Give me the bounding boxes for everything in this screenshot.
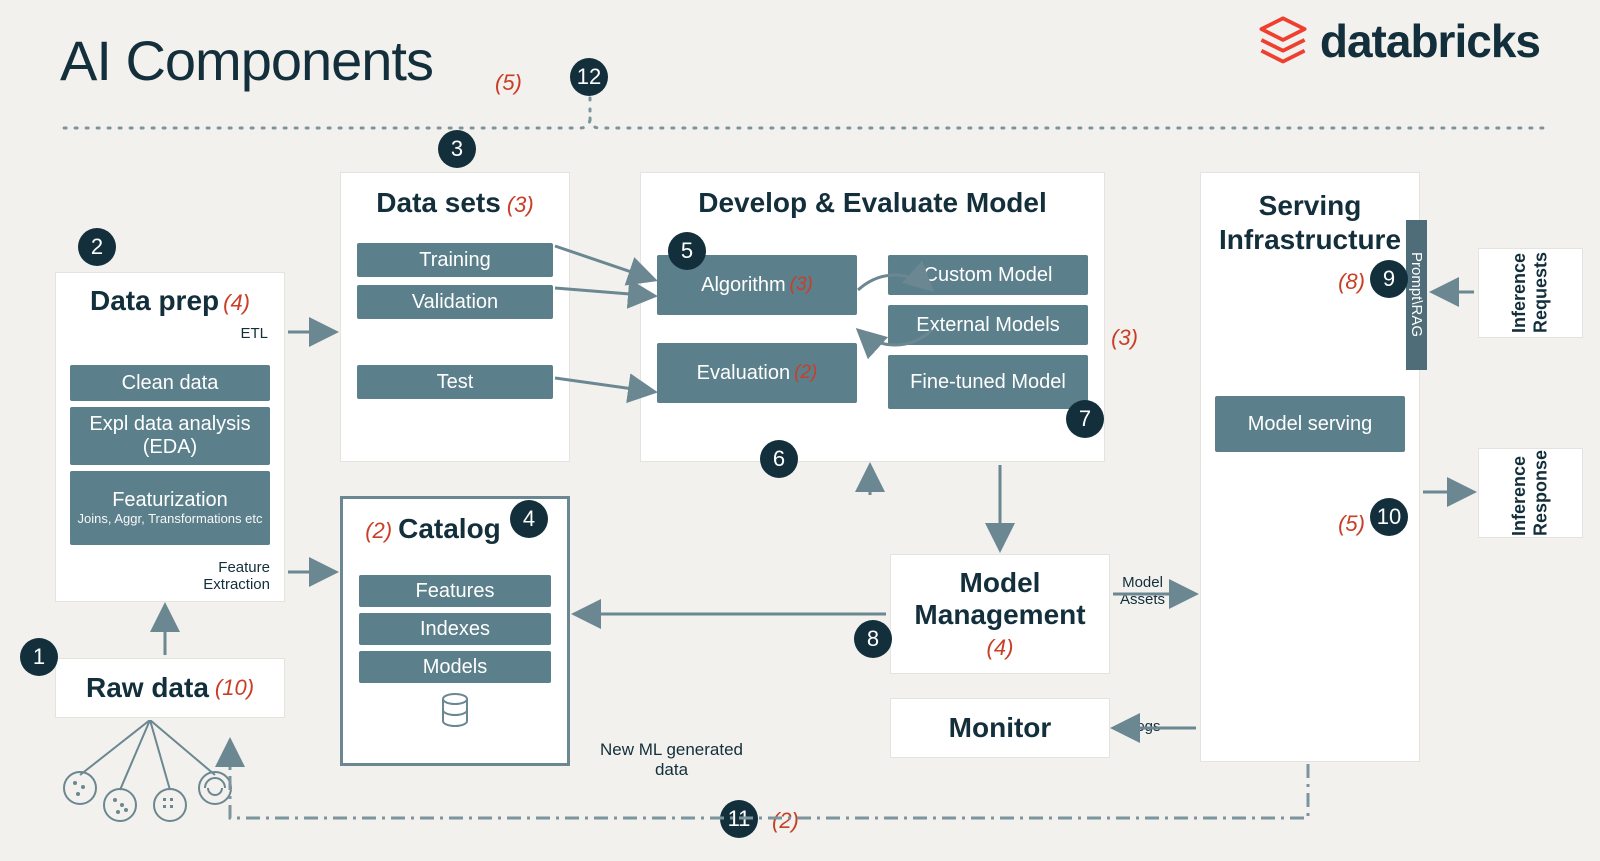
inference-requests-label: InferenceRequests bbox=[1509, 252, 1552, 333]
logs-label: Logs bbox=[1128, 718, 1161, 735]
data-sets-card: Data sets (3) Training Validation Test bbox=[340, 172, 570, 462]
badge-6: 6 bbox=[760, 440, 798, 478]
chip-eda: Expl data analysis (EDA) bbox=[70, 407, 270, 465]
databricks-logo: databricks bbox=[1256, 14, 1540, 68]
serving-red-bot: (5) bbox=[1338, 511, 1365, 537]
chip-indexes: Indexes bbox=[359, 613, 551, 645]
new-ml-label: New ML generateddata bbox=[600, 740, 743, 781]
top-red-annotation: (5) bbox=[495, 70, 522, 96]
badge-4: 4 bbox=[510, 500, 548, 538]
chip-models: Models bbox=[359, 651, 551, 683]
chip-evaluation-label: Evaluation bbox=[697, 362, 790, 385]
catalog-title: Catalog bbox=[398, 513, 501, 545]
chip-custom-model: Custom Model bbox=[888, 255, 1088, 295]
badge-12: 12 bbox=[570, 58, 608, 96]
chip-external-models: External Models bbox=[888, 305, 1088, 345]
catalog-red: (2) bbox=[365, 518, 392, 544]
badge-9: 9 bbox=[1370, 260, 1408, 298]
raw-data-sources-icon bbox=[50, 720, 250, 840]
data-sets-title: Data sets bbox=[376, 187, 501, 219]
chip-featurization: Featurization Joins, Aggr, Transformatio… bbox=[70, 471, 270, 545]
database-icon bbox=[440, 693, 470, 727]
chip-evaluation: Evaluation (2) bbox=[657, 343, 857, 403]
chip-training: Training bbox=[357, 243, 553, 277]
chip-model-serving: Model serving bbox=[1215, 396, 1405, 452]
badge-11: 11 bbox=[720, 800, 758, 838]
prompt-rag-chip: Prompt\RAG bbox=[1406, 220, 1427, 370]
badge-5: 5 bbox=[668, 232, 706, 270]
badge-10: 10 bbox=[1370, 498, 1408, 536]
model-assets-label: ModelAssets bbox=[1120, 575, 1165, 608]
etl-label: ETL bbox=[240, 325, 268, 342]
chip-algorithm-label: Algorithm bbox=[701, 274, 785, 297]
model-management-title: ModelManagement bbox=[914, 567, 1085, 631]
external-models-red: (3) bbox=[1111, 325, 1138, 351]
chip-test: Test bbox=[357, 365, 553, 399]
raw-data-red: (10) bbox=[215, 675, 254, 701]
chip-features: Features bbox=[359, 575, 551, 607]
chip-fine-tuned-model: Fine-tuned Model bbox=[888, 355, 1088, 409]
chip-featurization-sub: Joins, Aggr, Transformations etc bbox=[78, 512, 263, 527]
chip-clean-data: Clean data bbox=[70, 365, 270, 401]
serving-title: ServingInfrastructure bbox=[1215, 189, 1405, 256]
chip-algorithm-red: (3) bbox=[790, 274, 813, 296]
inference-requests-card: InferenceRequests bbox=[1478, 248, 1583, 338]
badge-1: 1 bbox=[20, 638, 58, 676]
new-ml-red: (2) bbox=[772, 808, 799, 834]
page-title: AI Components bbox=[60, 28, 433, 93]
chip-evaluation-red: (2) bbox=[794, 362, 817, 384]
databricks-wordmark: databricks bbox=[1320, 14, 1540, 68]
monitor-title: Monitor bbox=[949, 712, 1052, 744]
badge-2: 2 bbox=[78, 228, 116, 266]
chip-validation: Validation bbox=[357, 285, 553, 319]
raw-data-title: Raw data bbox=[86, 672, 209, 704]
feature-extraction-label: FeatureExtraction bbox=[203, 560, 270, 593]
data-sets-red: (3) bbox=[507, 192, 534, 218]
data-prep-red: (4) bbox=[223, 290, 250, 316]
model-management-red: (4) bbox=[987, 635, 1014, 661]
badge-8: 8 bbox=[854, 620, 892, 658]
data-prep-title: Data prep bbox=[90, 285, 219, 317]
inference-response-card: InferenceResponse bbox=[1478, 448, 1583, 538]
data-prep-card: Data prep (4) ETL Clean data Expl data a… bbox=[55, 272, 285, 602]
badge-7: 7 bbox=[1066, 400, 1104, 438]
raw-data-card: Raw data (10) bbox=[55, 658, 285, 718]
chip-featurization-label: Featurization bbox=[112, 489, 228, 512]
model-management-card: ModelManagement (4) bbox=[890, 554, 1110, 674]
badge-3: 3 bbox=[438, 130, 476, 168]
inference-response-label: InferenceResponse bbox=[1509, 450, 1552, 536]
develop-evaluate-card: Develop & Evaluate Model Algorithm (3) E… bbox=[640, 172, 1105, 462]
databricks-icon bbox=[1256, 14, 1310, 68]
develop-title: Develop & Evaluate Model bbox=[657, 187, 1088, 219]
monitor-card: Monitor bbox=[890, 698, 1110, 758]
serving-red-top: (8) bbox=[1338, 269, 1365, 295]
